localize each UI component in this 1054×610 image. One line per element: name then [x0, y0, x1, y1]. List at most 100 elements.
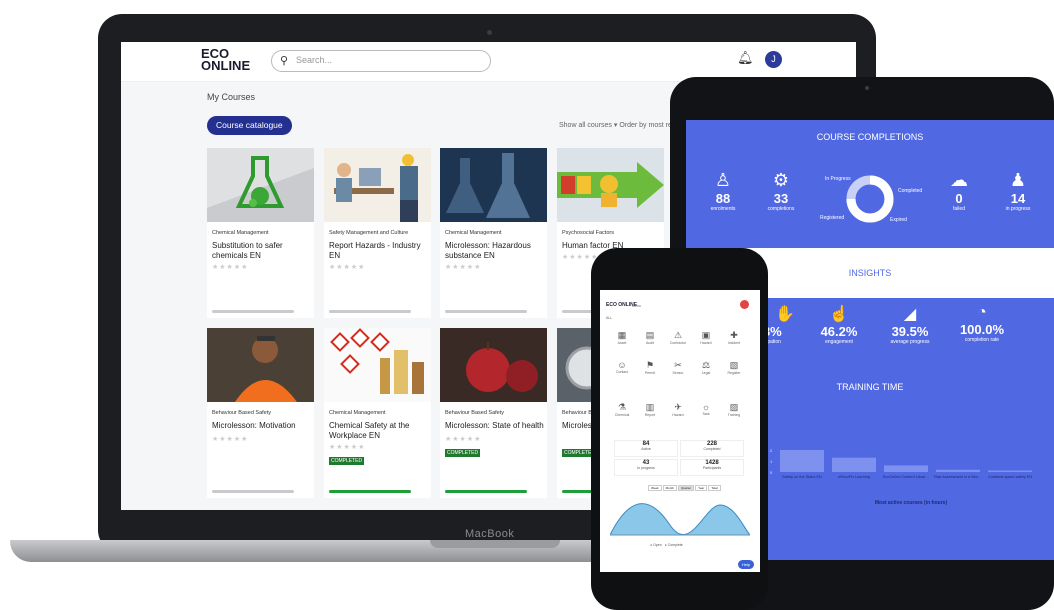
course-title: Report Hazards - Industry EN [329, 241, 421, 260]
bar-label: Confined space safety EN [988, 475, 1032, 479]
kpi-tile: 43 In progress [614, 459, 678, 476]
tab-total[interactable]: Total [708, 485, 721, 491]
module-icon[interactable]: ✈ Hazard [668, 402, 688, 417]
laptop-camera [487, 30, 492, 35]
progress-bar [445, 490, 527, 493]
course-filter-sort[interactable]: Show all courses ▾ Order by most re [559, 121, 672, 129]
module-icon[interactable]: ⚗ Chemical [612, 402, 632, 417]
phone-icon-row-3: ⚗ Chemical ▥ Report ✈ Hazard ☼ Task ▨ Trainin… [612, 402, 744, 417]
rating-stars: ★★★★★ [329, 444, 366, 451]
course-image-office-worker [324, 148, 431, 222]
module-icon[interactable]: ☺ Contact [612, 360, 632, 375]
rating-stars: ★★★★★ [329, 264, 366, 271]
macbook-label: MacBook [465, 528, 515, 540]
help-button[interactable]: Help [738, 560, 755, 569]
training-time-bar [936, 469, 980, 472]
kpi-tile: 84 Active [614, 440, 678, 457]
module-icon[interactable]: ▧ Register [724, 360, 744, 375]
user-avatar[interactable]: J [765, 51, 782, 68]
phone-avatar[interactable] [740, 300, 749, 309]
search-input[interactable]: ⚲ Search... [271, 50, 491, 72]
phone-kpi-grid: 84 Active 228 Completed 43 In progress 1428… [614, 440, 746, 476]
tab-quarter[interactable]: Quarter [677, 485, 695, 491]
notification-bell-icon[interactable]: 🔔︎ [737, 50, 754, 66]
y-tick-label: 0 [770, 470, 773, 475]
course-image-worker-orange [207, 328, 314, 402]
y-tick-label: 2 [770, 448, 773, 453]
module-icon[interactable]: ⚖ Legal [696, 360, 716, 375]
course-title: Microlesson: Hazardous substance EN [445, 241, 531, 260]
phone-icon-row-2: ☺ Contact ⚑ Permit ✂ Sensor ⚖ Legal ▧ Registe… [612, 360, 744, 375]
course-card[interactable]: Behaviour Based Safety Microlesson: Stat… [440, 328, 547, 498]
page-title: My Courses [207, 92, 256, 102]
course-category: Safety Management and Culture [329, 230, 409, 236]
tap-hand-icon: ☝ [829, 306, 849, 323]
tab-week[interactable]: Week [648, 485, 662, 491]
module-icon[interactable]: ▣ Hazard [696, 330, 716, 345]
course-image-apple [440, 328, 547, 402]
completed-badge: COMPLETED [329, 457, 365, 465]
chart-caption: Most active courses (in hours) [874, 500, 948, 506]
phone-period-tabs: Week Month Quarter Year Total [648, 485, 721, 491]
donut-label-expired: Expired [890, 217, 907, 223]
course-card[interactable]: Chemical Management Substitution to safe… [207, 148, 314, 318]
course-image-flask [207, 148, 314, 222]
training-time-bar [832, 457, 876, 472]
module-icon[interactable]: ▥ Report [640, 402, 660, 417]
insight-completion-rate: ◔ 100.0% completion rate [942, 304, 1022, 343]
donut-label-in-progress: In Progress [825, 176, 851, 182]
enrolments-icon: ♙ [714, 170, 732, 190]
course-category: Chemical Management [329, 410, 386, 416]
course-card[interactable]: Chemical Management Microlesson: Hazardo… [440, 148, 547, 318]
phone-section-label: ALL [606, 316, 613, 320]
tab-month[interactable]: Month [662, 485, 677, 491]
tab-year[interactable]: Year [695, 485, 708, 491]
course-category: Psychosocial Factors [562, 230, 614, 236]
training-time-bar [884, 465, 928, 472]
course-card[interactable]: Safety Management and Culture Report Haz… [324, 148, 431, 318]
phone-notch [652, 254, 706, 268]
gear-icon: ⚙ [772, 170, 790, 190]
progress-bar [445, 310, 527, 313]
bar-label: EcoOnline Content Librar… [883, 475, 930, 479]
stat-failed: ☁ 0 failed [930, 170, 988, 212]
course-card[interactable]: Behaviour Based Safety Microlesson: Moti… [207, 328, 314, 498]
course-completions-title: COURSE COMPLETIONS [816, 132, 924, 142]
reading-person-icon: ♟ [1009, 170, 1027, 190]
course-card[interactable]: Chemical Management Chemical Safety at t… [324, 328, 431, 498]
rating-stars: ★★★★★ [212, 264, 249, 271]
course-category: Behaviour Based Safety [445, 410, 505, 416]
progress-bar [329, 490, 411, 493]
progress-bar [212, 490, 294, 493]
module-icon[interactable]: ▤ Audit [640, 330, 660, 345]
course-image-hazard-symbols [324, 328, 431, 402]
bar-label: Risk Assessment in a Wor… [934, 475, 982, 479]
course-title: Microlesson: Motivation [212, 421, 296, 430]
module-icon[interactable]: ⚑ Permit [640, 360, 660, 375]
stat-enrolments: ♙ 88 enrolments [694, 170, 752, 212]
module-icon[interactable]: ✚ Incident [724, 330, 744, 345]
progress-triangle-icon: ◢ [903, 306, 917, 323]
module-icon[interactable]: ▦ Asset [612, 330, 632, 345]
insight-engagement: ☝ 46.2% engagement [804, 304, 874, 345]
module-icon[interactable]: ▨ Training [724, 402, 744, 417]
search-icon: ⚲ [280, 55, 289, 67]
cloud-rain-icon: ☁ [950, 170, 968, 190]
tablet-camera [865, 86, 869, 90]
completed-badge: COMPLETED [445, 449, 481, 457]
course-catalogue-button[interactable]: Course catalogue [207, 116, 292, 135]
ecoonline-logo[interactable]: ECO ONLINE [201, 47, 250, 72]
stat-in-progress: ♟ 14 in progress [988, 170, 1048, 212]
speedometer-icon: ◔ [977, 304, 987, 321]
training-time-bar [988, 470, 1032, 472]
laptop-notch [430, 540, 560, 548]
completion-donut-chart: In Progress Completed Registered Expired [820, 162, 930, 232]
module-icon[interactable]: ⚠ Contractor [668, 330, 688, 345]
rating-stars: ★★★★★ [212, 436, 249, 443]
course-category: Behaviour Based Safety [212, 410, 272, 416]
module-icon[interactable]: ✂ Sensor [668, 360, 688, 375]
module-icon[interactable]: ☼ Task [696, 402, 716, 417]
phone-menu-button[interactable]: Menu [632, 304, 641, 308]
rating-stars: ★★★★★ [445, 436, 482, 443]
kpi-tile: 1428 Participants [680, 459, 744, 476]
